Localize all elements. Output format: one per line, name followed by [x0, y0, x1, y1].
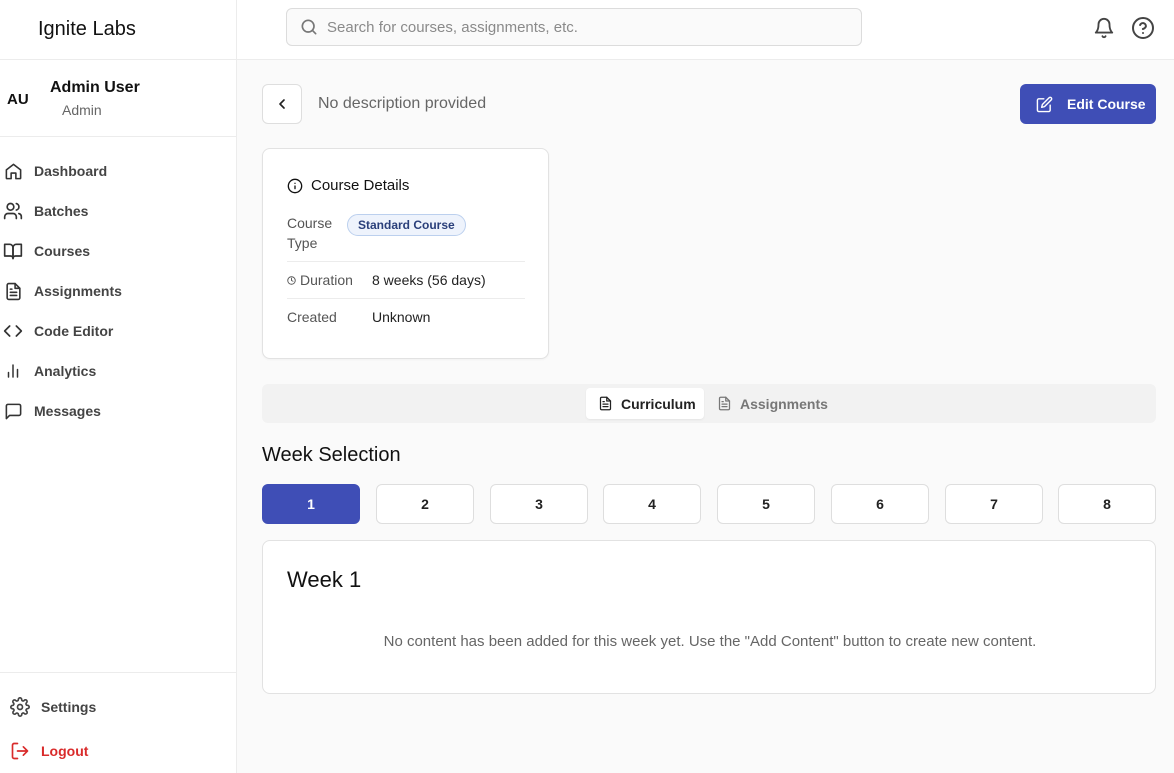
edit-course-label: Edit Course — [1067, 96, 1146, 112]
week-title: Week 1 — [287, 567, 362, 592]
message-square-icon — [1, 399, 25, 423]
tab-assignments[interactable]: Assignments — [706, 388, 836, 419]
tab-curriculum[interactable]: Curriculum — [586, 388, 704, 419]
week-button-8[interactable]: 8 — [1058, 484, 1156, 524]
search-box — [286, 8, 862, 46]
course-details-card: Course Details Course Type Standard Cour… — [262, 148, 549, 359]
user-name: Admin User — [50, 79, 140, 96]
chevron-left-icon — [274, 96, 290, 112]
week-button-5[interactable]: 5 — [717, 484, 815, 524]
sidebar-item-label: Dashboard — [34, 163, 108, 179]
file-text-icon — [1, 279, 25, 303]
week-button-3[interactable]: 3 — [490, 484, 588, 524]
book-icon — [1, 239, 25, 263]
week-selector: 1 2 3 4 5 6 7 8 — [262, 484, 1156, 524]
avatar: AU — [7, 91, 29, 108]
course-type-badge: Standard Course — [347, 214, 466, 236]
week-content-card: Week 1 No content has been added for thi… — [262, 540, 1156, 694]
logout-label: Logout — [41, 743, 89, 759]
sidebar-nav: Dashboard Batches Courses Assignments Co… — [0, 151, 236, 431]
sidebar-item-code-editor[interactable]: Code Editor — [0, 311, 236, 351]
help-icon[interactable] — [1130, 15, 1156, 41]
sidebar-item-label: Batches — [34, 203, 89, 219]
app-logo: Ignite Labs — [0, 0, 236, 60]
course-details-heading: Course Details — [311, 177, 410, 194]
tab-label: Assignments — [740, 395, 828, 412]
created-label: Created — [287, 309, 337, 325]
file-text-icon — [717, 396, 732, 411]
sidebar-footer: Settings Logout — [0, 672, 236, 760]
sidebar-item-dashboard[interactable]: Dashboard — [0, 151, 236, 191]
week-button-7[interactable]: 7 — [945, 484, 1043, 524]
users-icon — [1, 199, 25, 223]
bar-chart-icon — [1, 359, 25, 383]
code-icon — [1, 319, 25, 343]
created-value: Unknown — [372, 309, 431, 325]
duration-value: 8 weeks (56 days) — [372, 272, 486, 288]
sidebar-item-label: Messages — [34, 403, 101, 419]
gear-icon — [9, 696, 31, 718]
week-button-4[interactable]: 4 — [603, 484, 701, 524]
created-row: Created Unknown — [287, 299, 525, 337]
user-role: Admin — [62, 102, 102, 118]
search-input[interactable] — [327, 18, 847, 36]
sidebar-item-label: Code Editor — [34, 323, 114, 339]
top-bar — [237, 0, 1174, 60]
info-icon — [287, 178, 303, 194]
course-description: No description provided — [318, 95, 487, 112]
file-text-icon — [598, 396, 613, 411]
duration-label: Duration — [300, 272, 353, 288]
week-button-2[interactable]: 2 — [376, 484, 474, 524]
sidebar-item-label: Analytics — [34, 363, 97, 379]
settings-label: Settings — [41, 699, 97, 715]
sidebar: Ignite Labs AU Admin User Admin Dashboar… — [0, 0, 237, 773]
sidebar-item-assignments[interactable]: Assignments — [0, 271, 236, 311]
course-type-label-line2: Type — [287, 235, 318, 251]
sidebar-item-label: Assignments — [34, 283, 122, 299]
sidebar-item-batches[interactable]: Batches — [0, 191, 236, 231]
search-icon — [299, 17, 319, 37]
sidebar-item-courses[interactable]: Courses — [0, 231, 236, 271]
edit-course-button[interactable]: Edit Course — [1020, 84, 1156, 124]
week-button-6[interactable]: 6 — [831, 484, 929, 524]
user-profile: AU Admin User Admin — [0, 60, 236, 137]
sidebar-item-logout[interactable]: Logout — [9, 740, 88, 762]
sidebar-item-label: Courses — [34, 243, 91, 259]
course-details-title: Course Details — [287, 177, 409, 194]
tab-label: Curriculum — [621, 395, 696, 412]
duration-key: Duration — [287, 270, 353, 290]
week-selection-heading: Week Selection — [262, 444, 401, 466]
edit-icon — [1036, 96, 1053, 113]
bell-icon[interactable] — [1091, 15, 1117, 41]
tab-bar: Curriculum Assignments — [262, 384, 1156, 423]
back-button[interactable] — [262, 84, 302, 124]
week-button-1[interactable]: 1 — [262, 484, 360, 524]
clock-icon — [287, 275, 296, 285]
sidebar-item-analytics[interactable]: Analytics — [0, 351, 236, 391]
duration-row: Duration 8 weeks (56 days) — [287, 262, 525, 299]
empty-state-message: No content has been added for this week … — [383, 633, 1037, 650]
sidebar-item-messages[interactable]: Messages — [0, 391, 236, 431]
sidebar-item-settings[interactable]: Settings — [9, 696, 96, 718]
home-icon — [1, 159, 25, 183]
course-type-label-line1: Course — [287, 215, 333, 231]
logout-icon — [9, 740, 31, 762]
